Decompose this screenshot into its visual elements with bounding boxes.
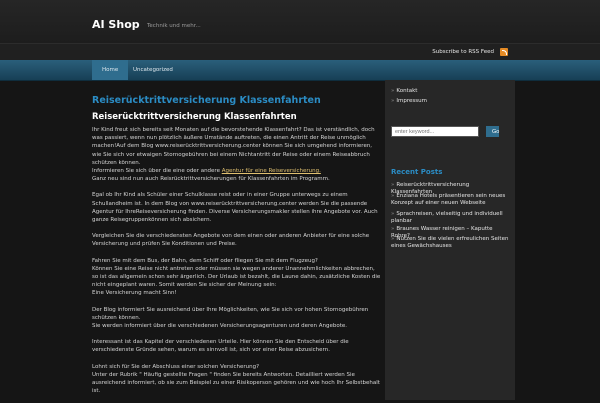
rss-bar: Subscribe to RSS Feed	[0, 43, 600, 61]
paragraph-text: Informieren Sie sich über die eine oder …	[92, 168, 222, 175]
paragraph-text: Der Blog informiert Sie ausreichend über…	[92, 306, 369, 321]
paragraph-text: Können Sie eine Reise nicht antreten ode…	[92, 265, 381, 289]
paragraph-text: Unter der Rubrik " Häufig gestellte Frag…	[92, 371, 380, 395]
nav-uncategorized[interactable]: Uncategorized	[123, 60, 183, 80]
paragraph: Der Blog informiert Sie ausreichend über…	[92, 306, 382, 331]
paragraph: Vergleichen Sie die verschiedensten Ange…	[92, 233, 370, 248]
rss-icon[interactable]	[500, 48, 508, 56]
sidebar-link-impressum[interactable]: Impressum	[391, 98, 427, 104]
main-nav: Home Uncategorized	[0, 60, 600, 81]
main-content: Reiserücktrittversicherung Klassenfahrte…	[92, 95, 382, 403]
site-tagline: Technik und mehr...	[147, 23, 201, 29]
site-header: AI Shop Technik und mehr...	[0, 0, 600, 43]
recent-post-link[interactable]: Enziana Hotels präsentieren sein neues K…	[391, 193, 511, 207]
sidebar-link-kontakt[interactable]: Kontakt	[391, 88, 417, 94]
paragraph-text: Ganz neu sind nun auch Reisrücktrittvers…	[92, 176, 330, 183]
site-title[interactable]: AI Shop	[92, 18, 140, 31]
paragraph: Interessant ist das Kapitel der verschie…	[92, 339, 349, 354]
paragraph-text: Lohnt sich für Sie der Abschluss einer s…	[92, 363, 260, 370]
paragraph: Lohnt sich für Sie der Abschluss einer s…	[92, 363, 382, 396]
search-button[interactable]: Go	[486, 126, 499, 137]
sidebar: Kontakt Impressum Go Recent Posts Reiser…	[385, 80, 515, 400]
paragraph-text: Fahren Sie mit dem Bus, der Bahn, dem Sc…	[92, 257, 318, 264]
paragraph-intro: Ihr Kind freut sich bereits seit Monaten…	[92, 126, 382, 183]
paragraph-text: Eine Versicherung macht Sinn!	[92, 290, 177, 297]
paragraph: Fahren Sie mit dem Bus, der Bahn, dem Sc…	[92, 257, 382, 298]
paragraph: Egal ob Ihr Kind als Schüler einer Schul…	[92, 192, 378, 224]
paragraph-text: Sie werden informiert über die verschied…	[92, 323, 348, 330]
rss-link[interactable]: Subscribe to RSS Feed	[432, 49, 494, 55]
recent-post-link[interactable]: Nützen Sie die vielen erfreulichen Seite…	[391, 236, 511, 250]
page-title[interactable]: Reiserücktrittversicherung Klassenfahrte…	[92, 95, 382, 106]
recent-post-link[interactable]: Sprachreisen, vielseitig und individuell…	[391, 211, 511, 225]
agency-link[interactable]: Agentur für eine Reiseversicherung.	[222, 168, 321, 174]
search-input[interactable]	[391, 126, 479, 137]
recent-posts-heading: Recent Posts	[391, 168, 443, 176]
paragraph-text: Ihr Kind freut sich bereits seit Monaten…	[92, 127, 375, 166]
post-title: Reiserücktrittversicherung Klassenfahrte…	[92, 112, 297, 122]
